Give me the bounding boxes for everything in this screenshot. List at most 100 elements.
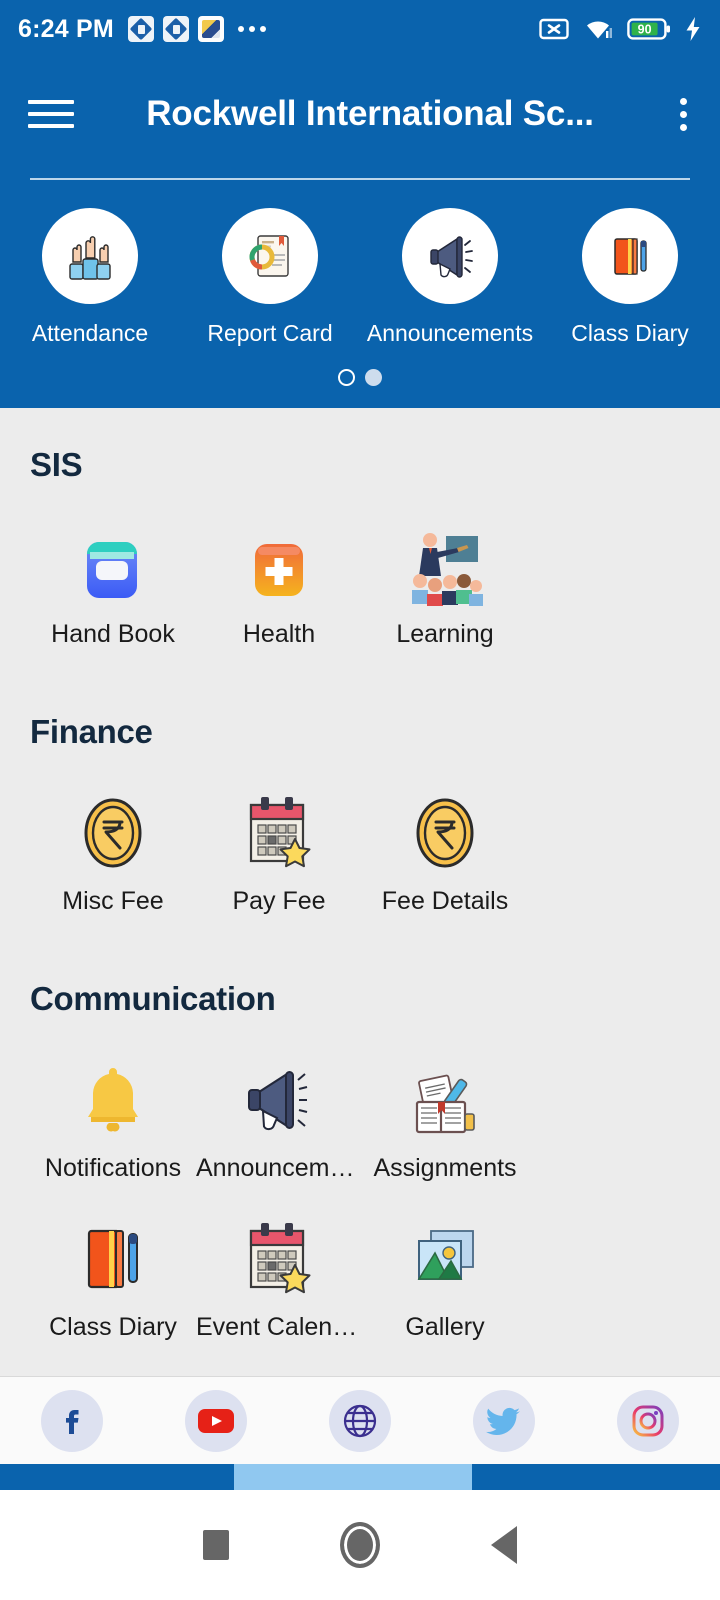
grid-item-assignments[interactable]: Assignments — [362, 1050, 528, 1183]
battery-level-text: 90 — [638, 22, 652, 36]
carousel-divider — [30, 178, 690, 180]
grid-item-label: Event Calendar — [196, 1313, 362, 1341]
globe-icon — [329, 1389, 391, 1452]
section-sis: SIS Hand Book Health Learning — [0, 408, 720, 675]
diary-book-icon — [582, 208, 678, 304]
carousel-item-label: Report Card — [207, 320, 333, 346]
grid-item-fee-details[interactable]: Fee Details — [362, 783, 528, 916]
indicator-segment-right — [472, 1464, 720, 1490]
classroom-learning-icon — [402, 516, 488, 608]
more-notifications-icon — [237, 26, 266, 32]
grid-item-event-calendar[interactable]: Event Calendar — [196, 1209, 362, 1342]
grid-item-announcements[interactable]: Announceme... — [196, 1050, 362, 1183]
grid-item-label: Misc Fee — [62, 887, 164, 915]
social-link-youtube[interactable] — [144, 1389, 288, 1452]
app-notification-icon — [127, 16, 154, 42]
section-finance: Finance Misc Fee Pay Fee Fee Details — [0, 675, 720, 942]
carousel-pagination — [0, 347, 720, 408]
grid-item-label: Pay Fee — [232, 887, 326, 915]
report-chart-icon — [222, 208, 318, 304]
triangle-back-icon — [491, 1526, 517, 1564]
grid-item-label: Hand Book — [51, 620, 175, 648]
calendar-star-icon — [239, 783, 319, 875]
grid-item-label: Notifications — [44, 1154, 182, 1182]
assignments-icon — [403, 1050, 487, 1142]
raised-hands-icon — [42, 208, 138, 304]
carousel-item-label: Announcements — [366, 320, 534, 346]
grid-item-label: Fee Details — [381, 887, 509, 915]
carousel-item-announcements[interactable]: Announcements — [360, 208, 540, 347]
quick-links-carousel: Attendance Report Card Announcements Cla… — [0, 170, 720, 408]
android-navigation-bar — [0, 1490, 720, 1600]
grid-item-gallery[interactable]: Gallery — [362, 1209, 528, 1342]
rupee-coin-icon — [75, 783, 151, 875]
section-grid: Hand Book Health Learning — [30, 484, 690, 675]
recent-apps-button[interactable] — [144, 1530, 288, 1560]
screencast-off-icon — [539, 18, 569, 40]
carousel-items: Attendance Report Card Announcements Cla… — [0, 208, 720, 347]
home-button[interactable] — [288, 1522, 432, 1568]
grid-item-pay-fee[interactable]: Pay Fee — [196, 783, 362, 916]
app-notification-icon — [197, 16, 224, 42]
carousel-item-label: Attendance — [31, 320, 149, 346]
social-links-bar — [0, 1376, 720, 1464]
instagram-icon — [617, 1389, 679, 1452]
carousel-item-label: Class Diary — [571, 320, 689, 346]
circle-icon — [340, 1522, 380, 1568]
health-plus-icon — [243, 516, 315, 608]
grid-item-label: Gallery — [405, 1313, 485, 1341]
megaphone-icon — [237, 1050, 321, 1142]
carousel-item-report-card[interactable]: Report Card — [180, 208, 360, 347]
carousel-dot[interactable] — [365, 369, 382, 386]
square-icon — [203, 1530, 229, 1560]
social-link-website[interactable] — [288, 1389, 432, 1452]
grid-item-label: Health — [242, 620, 316, 648]
section-title: SIS — [30, 446, 83, 483]
carousel-dot[interactable] — [338, 369, 355, 386]
page-title: Rockwell International Sc... — [146, 94, 594, 133]
section-grid: Notifications Announceme... Assignments … — [30, 1018, 690, 1368]
grid-item-notifications[interactable]: Notifications — [30, 1050, 196, 1183]
grid-item-class-diary[interactable]: Class Diary — [30, 1209, 196, 1342]
social-link-instagram[interactable] — [576, 1389, 720, 1452]
carousel-item-class-diary[interactable]: Class Diary — [540, 208, 720, 347]
handbook-icon — [77, 516, 149, 608]
app-notification-icon — [162, 16, 189, 42]
indicator-segment-left — [0, 1464, 234, 1490]
carousel-item-attendance[interactable]: Attendance — [0, 208, 180, 347]
bottom-indicator-bar — [0, 1464, 720, 1490]
section-grid: Misc Fee Pay Fee Fee Details — [30, 751, 690, 942]
rupee-coin-icon — [407, 783, 483, 875]
indicator-segment-active — [234, 1464, 472, 1490]
facebook-icon — [41, 1389, 103, 1452]
status-bar: 6:24 PM 90 — [0, 0, 720, 58]
megaphone-icon — [402, 208, 498, 304]
status-time: 6:24 PM — [18, 14, 114, 43]
grid-item-learning[interactable]: Learning — [362, 516, 528, 649]
social-link-facebook[interactable] — [0, 1389, 144, 1452]
youtube-icon — [185, 1389, 247, 1452]
twitter-icon — [473, 1389, 535, 1452]
grid-item-label: Announceme... — [196, 1154, 362, 1182]
section-title: Finance — [30, 713, 153, 750]
battery-icon: 90 — [627, 18, 670, 40]
back-button[interactable] — [432, 1526, 576, 1564]
status-bar-notification-icons — [127, 16, 539, 42]
wifi-icon — [587, 21, 612, 39]
app-bar: Rockwell International Sc... — [0, 58, 720, 170]
grid-item-label: Assignments — [373, 1154, 517, 1182]
hamburger-menu-icon[interactable] — [28, 100, 74, 128]
overflow-menu-icon[interactable] — [666, 97, 700, 131]
diary-book-icon — [71, 1209, 155, 1301]
grid-item-label: Class Diary — [49, 1313, 177, 1341]
grid-item-hand-book[interactable]: Hand Book — [30, 516, 196, 649]
grid-item-misc-fee[interactable]: Misc Fee — [30, 783, 196, 916]
grid-item-health[interactable]: Health — [196, 516, 362, 649]
gallery-photos-icon — [405, 1209, 485, 1301]
calendar-star-icon — [239, 1209, 319, 1301]
status-bar-system-icons: 90 — [539, 16, 702, 42]
bell-icon — [75, 1050, 151, 1142]
social-link-twitter[interactable] — [432, 1389, 576, 1452]
charging-bolt-icon — [686, 17, 700, 41]
main-content: SIS Hand Book Health Learning Finance Mi… — [0, 408, 720, 1368]
